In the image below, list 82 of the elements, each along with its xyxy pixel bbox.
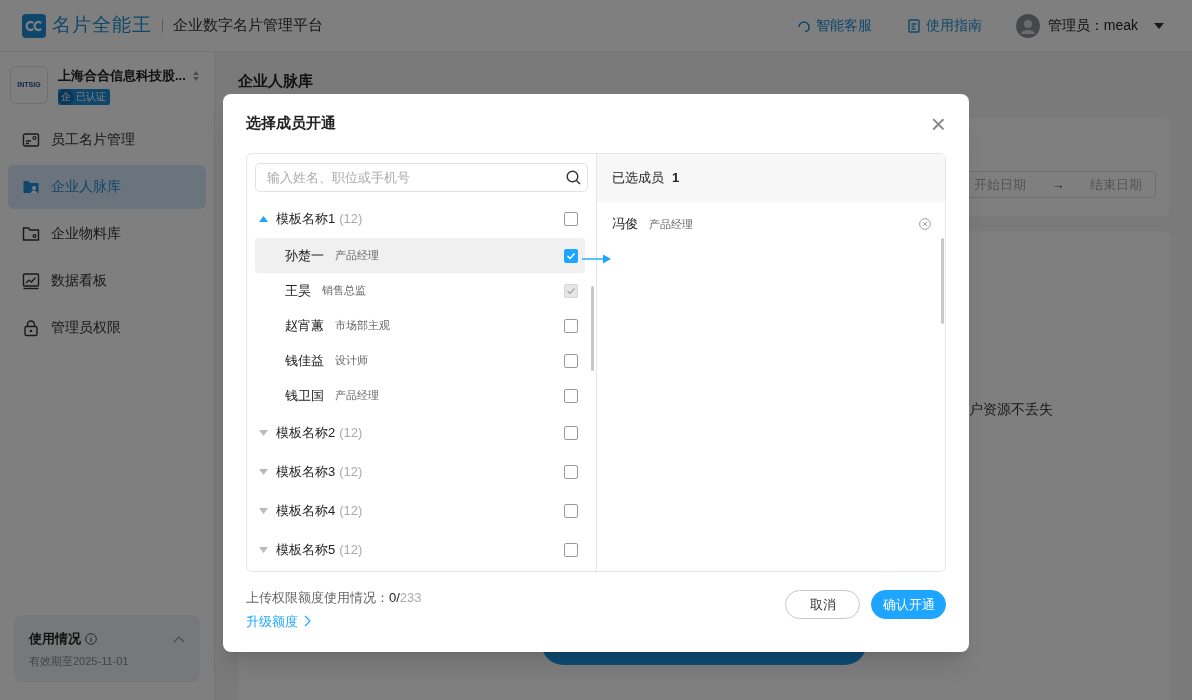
- caret-down-icon[interactable]: [259, 429, 268, 436]
- member-title: 市场部主观: [335, 318, 390, 334]
- checkbox[interactable]: [564, 425, 578, 440]
- group-name: 模板名称1: [276, 209, 336, 228]
- id-card-icon: [22, 130, 40, 149]
- caret-down-icon[interactable]: [259, 546, 268, 553]
- sidebar-item[interactable]: 管理员权限: [8, 305, 206, 350]
- checkbox[interactable]: [564, 248, 578, 263]
- member-title: 销售总监: [322, 283, 366, 299]
- upgrade-link[interactable]: 升级额度: [246, 611, 422, 631]
- platform-title: 企业数字名片管理平台: [173, 15, 323, 36]
- chevron-up-icon: [173, 634, 185, 643]
- checkbox[interactable]: [564, 542, 578, 557]
- caret-down-icon: [1154, 22, 1164, 29]
- search-field[interactable]: 输入姓名、职位或手机号: [255, 163, 588, 192]
- member-row[interactable]: 赵宵蕙 市场部主观: [255, 308, 585, 343]
- checkmark-icon: [566, 285, 576, 296]
- logo-icon: [22, 13, 46, 38]
- checkbox[interactable]: [564, 388, 578, 403]
- page-title: 企业人脉库: [238, 71, 314, 91]
- group-name: 模板名称2: [276, 423, 336, 442]
- badge-label: 已认证: [76, 90, 106, 104]
- usage-title: 使用情况: [29, 630, 81, 648]
- checkbox[interactable]: [564, 503, 578, 518]
- group-count: (12): [339, 501, 363, 520]
- group-count: (12): [339, 209, 363, 228]
- member-name: 钱佳益: [285, 351, 324, 370]
- remove-icon[interactable]: [919, 218, 931, 230]
- quota-text: 上传权限额度使用情况：0/233: [246, 589, 422, 607]
- member-title: 产品经理: [335, 248, 379, 264]
- cancel-button[interactable]: 取消: [785, 590, 860, 619]
- avatar-icon: [1015, 13, 1040, 38]
- sidebar-item[interactable]: 数据看板: [8, 258, 206, 303]
- member-title: 设计师: [335, 353, 368, 369]
- folder-icon: [22, 224, 40, 243]
- group-count: (12): [339, 462, 363, 481]
- checkbox[interactable]: [564, 464, 578, 479]
- checkmark-icon: [566, 250, 576, 261]
- member-row[interactable]: 钱卫国 产品经理: [255, 378, 585, 413]
- description-text: 户资源不丢失: [969, 401, 1053, 417]
- dialog-title: 选择成员开通: [246, 113, 336, 134]
- member-title: 产品经理: [335, 388, 379, 404]
- selected-count: 1: [672, 169, 680, 188]
- header-link[interactable]: 使用指南: [905, 15, 982, 36]
- member-name: 钱卫国: [285, 386, 324, 405]
- confirm-button[interactable]: 确认开通: [871, 590, 946, 619]
- caret-down-icon[interactable]: [259, 507, 268, 514]
- member-row[interactable]: 钱佳益 设计师: [255, 343, 585, 378]
- brand-name: 名片全能王: [52, 13, 152, 38]
- search-icon: [566, 170, 581, 185]
- selected-label: 已选成员: [612, 169, 664, 188]
- chevron-right-icon: [304, 615, 311, 628]
- header-link[interactable]: 智能客服: [795, 15, 872, 36]
- member-name: 孙楚一: [285, 246, 324, 265]
- chart-icon: [22, 271, 40, 290]
- badge-mark: 企: [58, 88, 74, 105]
- member-title: 产品经理: [649, 216, 693, 232]
- range-arrow: →: [1051, 175, 1065, 194]
- document-icon: [905, 17, 922, 34]
- group-name: 模板名称5: [276, 540, 336, 559]
- sidebar-item[interactable]: 员工名片管理: [8, 117, 206, 162]
- member-name: 赵宵蕙: [285, 316, 324, 335]
- lock-icon: [22, 318, 40, 337]
- user-name[interactable]: 管理员：meak: [1047, 15, 1138, 36]
- sort-icon: [192, 69, 200, 82]
- group-count: (12): [339, 423, 363, 442]
- scrollbar[interactable]: [591, 286, 594, 371]
- checkbox[interactable]: [564, 211, 578, 226]
- checkbox[interactable]: [564, 318, 578, 333]
- member-name: 王昊: [285, 281, 311, 300]
- group-name: 模板名称4: [276, 501, 336, 520]
- member-name: 冯俊: [612, 215, 638, 234]
- group-name: 模板名称3: [276, 462, 336, 481]
- caret-down-icon[interactable]: [259, 468, 268, 475]
- info-icon: [85, 632, 97, 645]
- checkbox[interactable]: [564, 353, 578, 368]
- arrow-icon: [582, 254, 612, 264]
- member-row[interactable]: 孙楚一 产品经理: [255, 238, 585, 273]
- sidebar-item[interactable]: 企业物料库: [8, 211, 206, 256]
- close-button[interactable]: ×: [930, 110, 946, 137]
- company-name[interactable]: 上海合合信息科技股...: [58, 66, 186, 86]
- group-count: (12): [339, 540, 363, 559]
